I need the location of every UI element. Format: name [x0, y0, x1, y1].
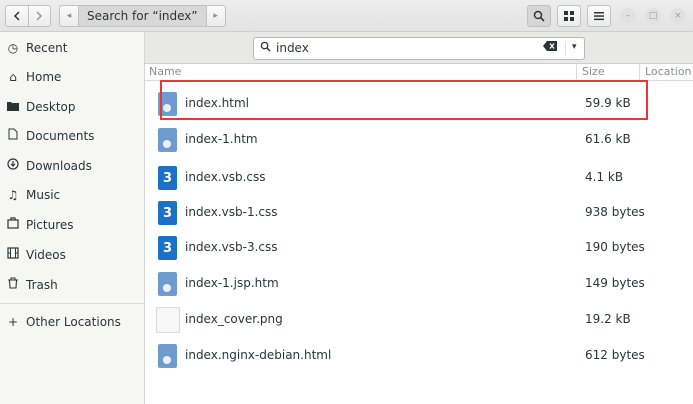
file-size: 59.9 kB — [585, 96, 631, 110]
sidebar-item-label: Home — [26, 69, 62, 84]
file-name: index-1.jsp.htm — [185, 276, 279, 290]
file-row[interactable]: 3 index.vsb-1.css 938 bytes — [145, 193, 693, 229]
folder-icon — [6, 100, 20, 114]
sidebar-item-recent[interactable]: ◷ Recent — [0, 33, 144, 62]
video-icon — [6, 247, 20, 262]
clear-search-icon[interactable] — [543, 41, 557, 54]
sidebar-item-label: Documents — [26, 128, 95, 143]
file-row[interactable]: 3 index.vsb-3.css 190 bytes — [145, 228, 693, 264]
sidebar-item-label: Trash — [26, 277, 58, 292]
path-left-arrow[interactable]: ◂ — [60, 6, 78, 26]
grid-icon — [564, 11, 574, 21]
image-file-icon — [156, 307, 180, 333]
file-size: 4.1 kB — [585, 170, 624, 184]
maximize-button[interactable]: □ — [645, 8, 661, 24]
header-bar: ◂ Search for “index” ▸ – □ × — [0, 0, 693, 32]
file-size: 19.2 kB — [585, 312, 631, 326]
file-size: 612 bytes — [585, 348, 645, 362]
clock-icon: ◷ — [7, 40, 19, 55]
search-crumb[interactable]: Search for “index” — [78, 6, 207, 26]
sidebar-item-label: Pictures — [26, 217, 74, 232]
sidebar-item-label: Desktop — [26, 99, 76, 114]
sidebar-item-music[interactable]: ♫ Music — [0, 180, 144, 209]
sidebar-item-other-locations[interactable]: + Other Locations — [0, 307, 144, 336]
file-row[interactable]: 3 index.vsb.css 4.1 kB — [145, 158, 693, 194]
sidebar-item-label: Other Locations — [26, 314, 121, 329]
file-size: 190 bytes — [585, 240, 645, 254]
close-button[interactable]: × — [670, 8, 686, 24]
sidebar-divider — [0, 303, 144, 304]
column-name[interactable]: Name — [149, 65, 181, 78]
css-file-icon: 3 — [158, 236, 177, 260]
sidebar-item-downloads[interactable]: Downloads — [0, 151, 144, 180]
sidebar-item-pictures[interactable]: Pictures — [0, 210, 144, 239]
column-separator — [639, 64, 640, 80]
navigation-buttons — [5, 5, 51, 27]
file-name: index.vsb-1.css — [185, 205, 278, 219]
file-size: 938 bytes — [585, 205, 645, 219]
search-bar: ▾ — [145, 32, 693, 64]
search-options-dropdown[interactable]: ▾ — [565, 42, 577, 55]
file-row[interactable]: index_cover.png 19.2 kB — [145, 300, 693, 336]
file-row[interactable]: index-1.htm 61.6 kB — [145, 120, 693, 156]
file-name: index.html — [185, 96, 249, 110]
back-button[interactable] — [6, 6, 28, 26]
document-icon — [6, 128, 20, 143]
sidebar-item-label: Recent — [26, 40, 68, 55]
chevron-right-icon — [36, 11, 43, 21]
css-file-icon: 3 — [158, 201, 177, 225]
music-icon: ♫ — [7, 187, 19, 202]
file-name: index-1.htm — [185, 132, 258, 146]
file-name: index.vsb-3.css — [185, 240, 278, 254]
column-location[interactable]: Location — [645, 65, 692, 78]
hamburger-icon — [594, 12, 604, 21]
view-toggle-button[interactable] — [557, 5, 581, 27]
search-field[interactable]: ▾ — [253, 37, 585, 60]
html-file-icon — [158, 272, 177, 296]
search-input[interactable] — [276, 40, 526, 56]
search-toggle-button[interactable] — [527, 5, 551, 27]
trash-icon — [6, 277, 20, 292]
html-file-icon — [158, 128, 177, 152]
chevron-left-icon — [13, 11, 20, 21]
sidebar-item-label: Downloads — [26, 158, 92, 173]
html-file-icon — [158, 92, 177, 116]
pictures-icon — [6, 217, 20, 232]
home-icon: ⌂ — [9, 69, 17, 84]
search-icon — [260, 41, 271, 55]
file-name: index.vsb.css — [185, 170, 266, 184]
sidebar-item-videos[interactable]: Videos — [0, 240, 144, 269]
column-header: Name Size Location — [145, 64, 693, 81]
path-right-arrow[interactable]: ▸ — [207, 6, 225, 26]
path-bar: ◂ Search for “index” ▸ — [59, 5, 226, 27]
file-name: index.nginx-debian.html — [185, 348, 332, 362]
file-row[interactable]: index-1.jsp.htm 149 bytes — [145, 264, 693, 300]
plus-icon: + — [7, 314, 19, 329]
search-icon — [533, 10, 545, 22]
file-row[interactable]: index.nginx-debian.html 612 bytes — [145, 336, 693, 372]
sidebar-item-documents[interactable]: Documents — [0, 121, 144, 150]
file-size: 61.6 kB — [585, 132, 631, 146]
sidebar-item-label: Videos — [26, 247, 66, 262]
download-icon — [6, 158, 20, 173]
file-view: ▾ Name Size Location index.html 59.9 kB … — [145, 32, 693, 404]
file-size: 149 bytes — [585, 276, 645, 290]
file-row[interactable]: index.html 59.9 kB — [145, 84, 693, 120]
minimize-button[interactable]: – — [620, 8, 636, 24]
css-file-icon: 3 — [158, 166, 177, 190]
html-file-icon — [158, 344, 177, 368]
menu-button[interactable] — [587, 5, 611, 27]
column-separator — [576, 64, 577, 80]
sidebar-item-trash[interactable]: Trash — [0, 270, 144, 299]
forward-button[interactable] — [27, 6, 51, 26]
sidebar-item-desktop[interactable]: Desktop — [0, 92, 144, 121]
column-size[interactable]: Size — [582, 65, 605, 78]
file-name: index_cover.png — [185, 312, 283, 326]
sidebar-item-home[interactable]: ⌂ Home — [0, 62, 144, 91]
sidebar-item-label: Music — [26, 187, 61, 202]
sidebar: ◷ Recent ⌂ Home Desktop Documents Downlo… — [0, 32, 145, 404]
